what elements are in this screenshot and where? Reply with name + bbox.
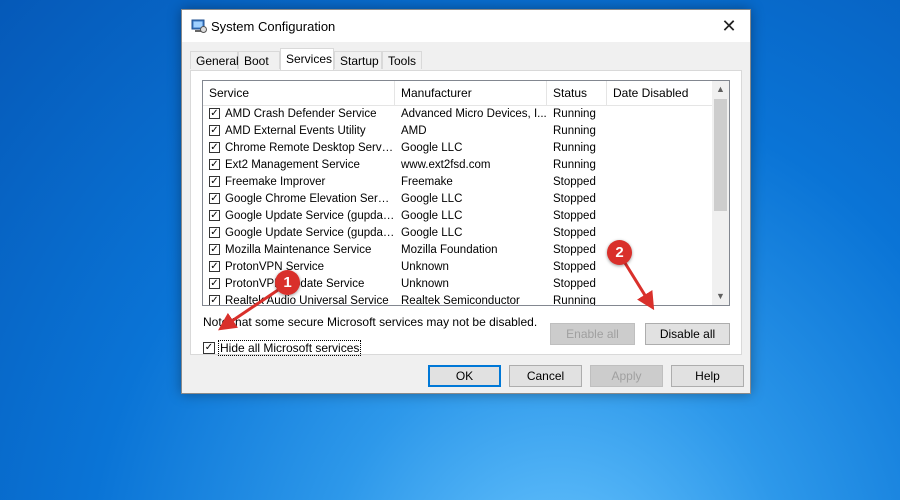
table-row[interactable]: ✓ Google Chrome Elevation Servic... Google… [203,191,713,208]
service-manufacturer: Google LLC [401,142,463,154]
table-row[interactable]: ✓ Ext2 Management Service www.ext2fsd.com R… [203,157,713,174]
service-status: Stopped [553,244,596,256]
apply-button[interactable]: Apply [590,365,663,387]
service-name: Ext2 Management Service [225,159,360,171]
column-header-service[interactable]: Service [203,81,395,105]
column-header-date-disabled[interactable]: Date Disabled [607,81,713,105]
table-row[interactable]: ✓ Google Update Service (gupdatem) Google … [203,225,713,242]
system-config-icon [191,19,207,33]
service-status: Stopped [553,193,596,205]
hide-microsoft-services-checkbox[interactable]: ✓ [203,341,215,354]
service-manufacturer: www.ext2fsd.com [401,159,491,171]
service-status: Running [553,108,596,120]
tab-general[interactable]: General [190,51,239,69]
service-checkbox[interactable]: ✓ [209,244,220,255]
service-status: Stopped [553,210,596,222]
table-row[interactable]: ✓ Chrome Remote Desktop Service Google LLC… [203,140,713,157]
service-name: Realtek Audio Universal Service [225,295,389,306]
close-button[interactable]: ✕ [708,10,750,42]
service-name: Freemake Improver [225,176,326,188]
service-manufacturer: Google LLC [401,193,463,205]
dialog-title: System Configuration [211,19,336,34]
table-row[interactable]: ✓ Realtek Audio Universal Service Realtek … [203,293,713,306]
annotation-badge-2: 2 [607,240,632,265]
service-manufacturer: Unknown [401,278,449,290]
list-scrollbar[interactable]: ▲ ▼ [712,81,729,305]
service-name: Google Update Service (gupdatem) [225,227,395,239]
disable-all-button[interactable]: Disable all [645,323,730,345]
service-name: AMD Crash Defender Service [225,108,377,120]
column-header-status[interactable]: Status [547,81,607,105]
service-checkbox[interactable]: ✓ [209,278,220,289]
cancel-button[interactable]: Cancel [509,365,582,387]
service-manufacturer: Google LLC [401,210,463,222]
tab-services[interactable]: Services [280,48,334,70]
service-name: Mozilla Maintenance Service [225,244,372,256]
services-panel: Service Manufacturer Status Date Disable… [190,70,742,356]
service-checkbox[interactable]: ✓ [209,108,220,119]
service-manufacturer: Unknown [401,261,449,273]
service-manufacturer: Google LLC [401,227,463,239]
service-checkbox[interactable]: ✓ [209,159,220,170]
service-manufacturer: Freemake [401,176,453,188]
tab-boot[interactable]: Boot [238,51,280,69]
service-status: Running [553,295,596,306]
service-checkbox[interactable]: ✓ [209,142,220,153]
service-status: Running [553,142,596,154]
service-checkbox[interactable]: ✓ [209,295,220,305]
close-icon: ✕ [721,15,737,36]
service-status: Running [553,125,596,137]
annotation-badge-1: 1 [275,270,300,295]
secure-services-note: Note that some secure Microsoft services… [203,315,538,329]
enable-all-button[interactable]: Enable all [550,323,635,345]
service-name: Chrome Remote Desktop Service [225,142,395,154]
tab-startup[interactable]: Startup [334,51,382,69]
service-checkbox[interactable]: ✓ [209,125,220,136]
service-checkbox[interactable]: ✓ [209,227,220,238]
scroll-thumb[interactable] [714,99,727,211]
service-checkbox[interactable]: ✓ [209,193,220,204]
table-row[interactable]: ✓ Mozilla Maintenance Service Mozilla Foun… [203,242,713,259]
service-status: Stopped [553,227,596,239]
service-manufacturer: Mozilla Foundation [401,244,498,256]
service-checkbox[interactable]: ✓ [209,210,220,221]
list-header: Service Manufacturer Status Date Disable… [203,81,713,106]
tab-tools[interactable]: Tools [382,51,422,69]
service-status: Stopped [553,278,596,290]
service-manufacturer: Realtek Semiconductor [401,295,520,306]
service-name: AMD External Events Utility [225,125,366,137]
service-manufacturer: Advanced Micro Devices, I... [401,108,547,120]
table-row[interactable]: ✓ Freemake Improver Freemake Stopped [203,174,713,191]
hide-microsoft-services-label[interactable]: Hide all Microsoft services [218,339,362,356]
service-manufacturer: AMD [401,125,427,137]
service-status: Stopped [553,261,596,273]
service-checkbox[interactable]: ✓ [209,261,220,272]
service-name: Google Chrome Elevation Servic... [225,193,395,205]
scroll-up-icon[interactable]: ▲ [712,81,729,98]
system-configuration-dialog: System Configuration ✕ General Boot Serv… [181,9,751,394]
scroll-down-icon[interactable]: ▼ [712,288,729,305]
service-name: ProtonVPN Update Service [225,278,365,290]
service-checkbox[interactable]: ✓ [209,176,220,187]
service-name: ProtonVPN Service [225,261,325,273]
table-row[interactable]: ✓ Google Update Service (gupdate) Google L… [203,208,713,225]
service-name: Google Update Service (gupdate) [225,210,395,222]
table-row[interactable]: ✓ AMD Crash Defender Service Advanced Micr… [203,106,713,123]
help-button[interactable]: Help [671,365,744,387]
table-row[interactable]: ✓ AMD External Events Utility AMD Running [203,123,713,140]
title-bar: System Configuration ✕ [182,10,750,42]
hide-microsoft-services-option[interactable]: ✓ Hide all Microsoft services [203,339,362,356]
service-status: Stopped [553,176,596,188]
column-header-manufacturer[interactable]: Manufacturer [395,81,547,105]
ok-button[interactable]: OK [428,365,501,387]
service-status: Running [553,159,596,171]
